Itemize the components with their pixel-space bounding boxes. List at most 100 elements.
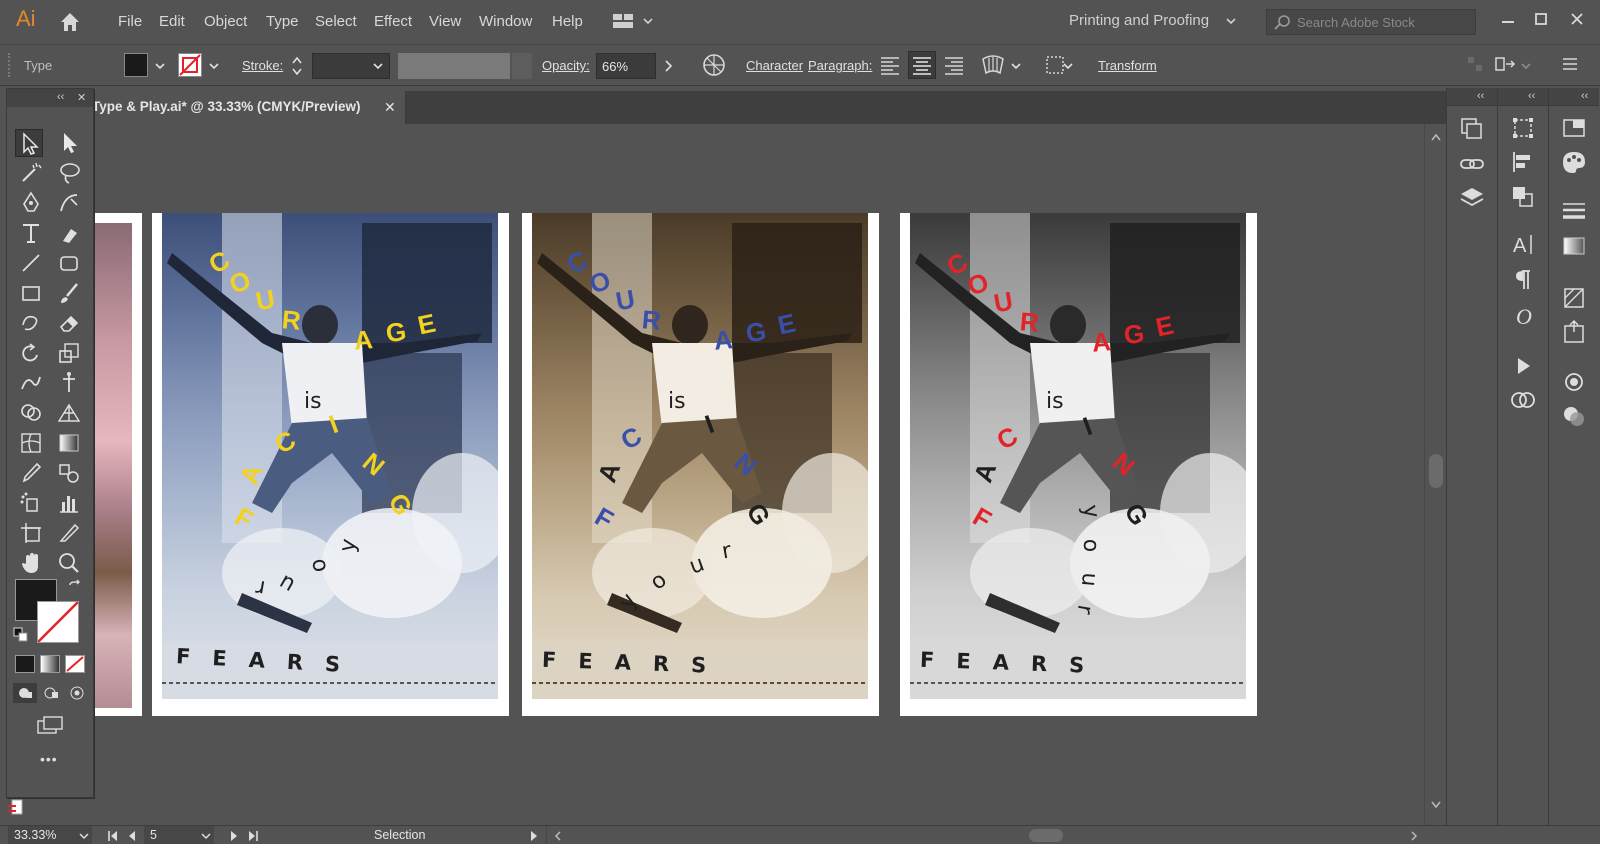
scroll-left-icon[interactable]	[553, 830, 563, 842]
shape-builder-tool-icon[interactable]	[17, 399, 45, 427]
artboard-partial[interactable]	[94, 213, 142, 716]
menu-window[interactable]: Window	[479, 13, 532, 30]
menu-select[interactable]: Select	[315, 13, 357, 30]
poster-sepia[interactable]: C O U R A G E is F A C I N G y o u r FEA…	[522, 213, 879, 716]
menu-edit[interactable]: Edit	[159, 13, 185, 30]
transform-panel-icon[interactable]	[1508, 114, 1538, 142]
transparency-panel-icon[interactable]	[1559, 402, 1589, 430]
cc-libraries-panel-icon[interactable]	[1508, 386, 1538, 414]
next-artboard-icon[interactable]	[228, 829, 240, 843]
collapse-icon[interactable]: ‹‹	[1477, 90, 1484, 102]
scroll-thumb[interactable]	[1029, 829, 1063, 842]
edit-toolbar-icon[interactable]: •••	[40, 751, 58, 767]
maximize-icon[interactable]	[1530, 8, 1552, 30]
line-tool-icon[interactable]	[17, 249, 45, 277]
close-window-icon[interactable]	[1566, 8, 1588, 30]
horizontal-scrollbar[interactable]	[546, 826, 1426, 844]
menu-object[interactable]: Object	[204, 13, 247, 30]
artboard-tool-icon[interactable]	[17, 519, 45, 547]
properties-panel-icon[interactable]	[1559, 114, 1589, 142]
last-artboard-icon[interactable]	[246, 829, 260, 843]
pen-tool-icon[interactable]	[17, 189, 45, 217]
blend-tool-icon[interactable]	[55, 459, 83, 487]
lasso-tool-icon[interactable]	[55, 159, 83, 187]
gradient-tool-icon[interactable]	[55, 429, 83, 457]
stroke-label[interactable]: Stroke:	[242, 58, 283, 73]
slice-tool-icon[interactable]	[55, 519, 83, 547]
asset-export-panel-icon[interactable]	[1559, 318, 1589, 346]
menu-help[interactable]: Help	[552, 13, 583, 30]
panel-menu-icon[interactable]	[1560, 55, 1580, 73]
shape-tool-icon[interactable]	[17, 279, 45, 307]
layers-panel-icon[interactable]	[1457, 184, 1487, 212]
none-mode-button[interactable]	[65, 655, 85, 673]
grip-handle[interactable]	[8, 53, 12, 77]
warp-tool-icon[interactable]	[17, 369, 45, 397]
pathfinder-panel-icon[interactable]	[1508, 182, 1538, 210]
actions-panel-icon[interactable]	[1508, 352, 1538, 380]
poster-gray[interactable]: C O U R A G E is F A C I N G y o u r FEA…	[900, 213, 1257, 716]
color-panel-icon[interactable]	[1559, 148, 1589, 176]
chevron-down-icon[interactable]	[1520, 60, 1532, 72]
align-left-icon[interactable]	[878, 53, 902, 77]
stock-search-input[interactable]: Search Adobe Stock	[1266, 9, 1476, 35]
collapse-icon[interactable]: ‹‹	[1581, 90, 1588, 102]
chevron-down-icon[interactable]	[154, 60, 166, 72]
scroll-up-icon[interactable]	[1430, 130, 1442, 141]
home-icon[interactable]	[58, 10, 82, 34]
arrange-icon[interactable]	[1494, 55, 1516, 73]
chevron-down-icon[interactable]	[1225, 15, 1237, 27]
previous-artboard-icon[interactable]	[126, 829, 138, 843]
color-mode-button[interactable]	[15, 655, 35, 673]
shaper-tool-icon[interactable]	[17, 309, 45, 337]
hand-tool-icon[interactable]	[17, 549, 45, 577]
envelope-distort-icon[interactable]	[980, 53, 1006, 77]
profile-dropdown[interactable]	[512, 53, 532, 79]
opacity-label[interactable]: Opacity:	[542, 58, 590, 73]
eyedropper-tool-icon[interactable]	[17, 459, 45, 487]
puppet-warp-tool-icon[interactable]	[55, 369, 83, 397]
appearance-panel-icon[interactable]	[1559, 368, 1589, 396]
draw-behind-icon[interactable]	[39, 683, 63, 703]
opentype-panel-icon[interactable]: O	[1508, 302, 1538, 330]
chevron-down-icon[interactable]	[200, 830, 212, 842]
character-panel-link[interactable]: Character	[746, 58, 803, 73]
draw-inside-icon[interactable]	[65, 683, 89, 703]
document-warning-icon[interactable]	[6, 797, 28, 819]
zoom-tool-icon[interactable]	[55, 549, 83, 577]
scroll-right-icon[interactable]	[1409, 830, 1419, 842]
stroke-color-swatch[interactable]	[37, 601, 79, 643]
magic-wand-tool-icon[interactable]	[17, 159, 45, 187]
chevron-down-icon[interactable]	[642, 15, 654, 27]
chevron-right-icon[interactable]	[662, 59, 674, 73]
gradient-mode-button[interactable]	[40, 655, 60, 673]
chevron-down-icon[interactable]	[1062, 60, 1074, 72]
column-graph-tool-icon[interactable]	[55, 489, 83, 517]
align-panel-icon[interactable]	[1508, 148, 1538, 176]
align-right-icon[interactable]	[942, 53, 966, 77]
curvature-tool-icon[interactable]	[55, 189, 83, 217]
workspace-switcher[interactable]: Printing and Proofing	[1069, 12, 1209, 29]
paragraph-panel-link[interactable]: Paragraph:	[808, 58, 872, 73]
chevron-down-icon[interactable]	[1010, 60, 1022, 72]
paragraph-panel-icon[interactable]	[1508, 266, 1538, 294]
scroll-down-icon[interactable]	[1430, 798, 1442, 809]
stroke-stepper[interactable]	[291, 53, 303, 79]
gradient-panel-icon[interactable]	[1559, 232, 1589, 260]
artboards-panel-icon[interactable]	[1457, 114, 1487, 142]
perspective-grid-tool-icon[interactable]	[55, 399, 83, 427]
mesh-tool-icon[interactable]	[17, 429, 45, 457]
status-menu-icon[interactable]	[528, 829, 540, 843]
arrange-documents-icon[interactable]	[612, 12, 636, 30]
character-panel-icon[interactable]: A	[1508, 230, 1538, 258]
selection-tool-icon[interactable]	[15, 129, 43, 157]
close-tab-icon[interactable]: ✕	[384, 99, 396, 116]
touch-type-tool-icon[interactable]	[55, 219, 83, 247]
menu-view[interactable]: View	[429, 13, 461, 30]
document-tab[interactable]: Type & Play.ai* @ 33.33% (CMYK/Preview) …	[92, 91, 406, 124]
menu-effect[interactable]: Effect	[374, 13, 412, 30]
links-panel-icon[interactable]	[1457, 150, 1487, 178]
scroll-thumb[interactable]	[1429, 454, 1443, 488]
close-panel-icon[interactable]: ✕	[77, 91, 86, 104]
eraser-tool-icon[interactable]	[55, 309, 83, 337]
